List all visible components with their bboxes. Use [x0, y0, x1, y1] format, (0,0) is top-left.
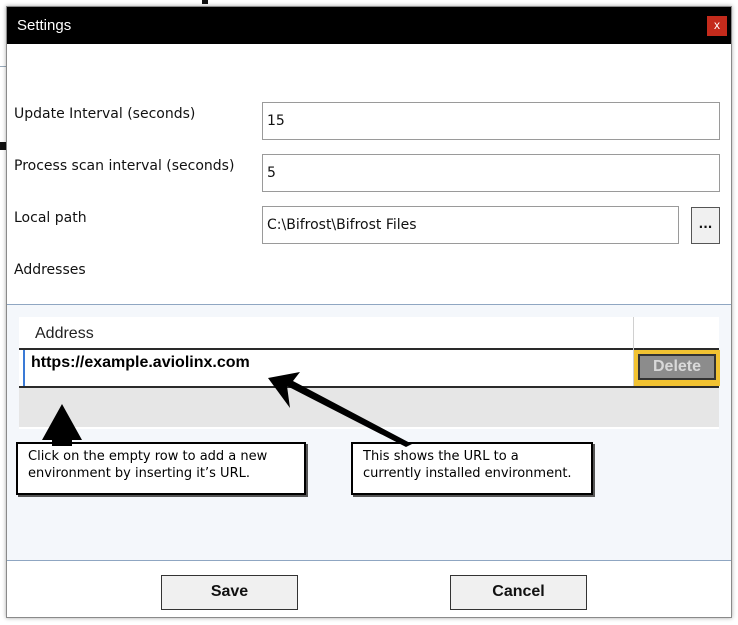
background-fragment — [202, 0, 208, 4]
title-bar: Settings x — [7, 7, 731, 44]
addresses-grid: Address https://example.aviolinx.com Del… — [19, 317, 720, 429]
window-title: Settings — [17, 17, 72, 34]
process-scan-interval-input[interactable] — [262, 154, 720, 192]
close-button[interactable]: x — [707, 16, 727, 36]
callout-empty-row: Click on the empty row to add a new envi… — [16, 442, 306, 495]
delete-cell: Delete — [633, 350, 720, 386]
cancel-button[interactable]: Cancel — [450, 575, 587, 610]
grid-header: Address — [19, 317, 719, 350]
table-row[interactable]: https://example.aviolinx.com Delete — [19, 350, 720, 388]
callout-installed-url: This shows the URL to a currently instal… — [351, 442, 593, 495]
local-path-label: Local path — [14, 210, 87, 226]
close-icon: x — [714, 18, 720, 32]
addresses-label: Addresses — [14, 262, 86, 278]
update-interval-label: Update Interval (seconds) — [14, 106, 196, 122]
settings-dialog: Settings x Update Interval (seconds) Pro… — [6, 6, 732, 618]
address-cell[interactable]: https://example.aviolinx.com — [31, 354, 250, 372]
row-caret — [23, 350, 25, 386]
update-interval-input[interactable] — [262, 102, 720, 140]
delete-button[interactable]: Delete — [638, 354, 716, 380]
ellipsis-icon: ... — [698, 217, 713, 231]
column-separator — [633, 317, 634, 350]
new-address-row[interactable] — [19, 388, 719, 427]
save-button[interactable]: Save — [161, 575, 298, 610]
process-scan-interval-label: Process scan interval (seconds) — [14, 158, 235, 174]
local-path-input[interactable] — [262, 206, 679, 244]
column-header-address[interactable]: Address — [35, 325, 94, 343]
browse-button[interactable]: ... — [691, 207, 720, 244]
addresses-panel: Address https://example.aviolinx.com Del… — [7, 304, 731, 561]
